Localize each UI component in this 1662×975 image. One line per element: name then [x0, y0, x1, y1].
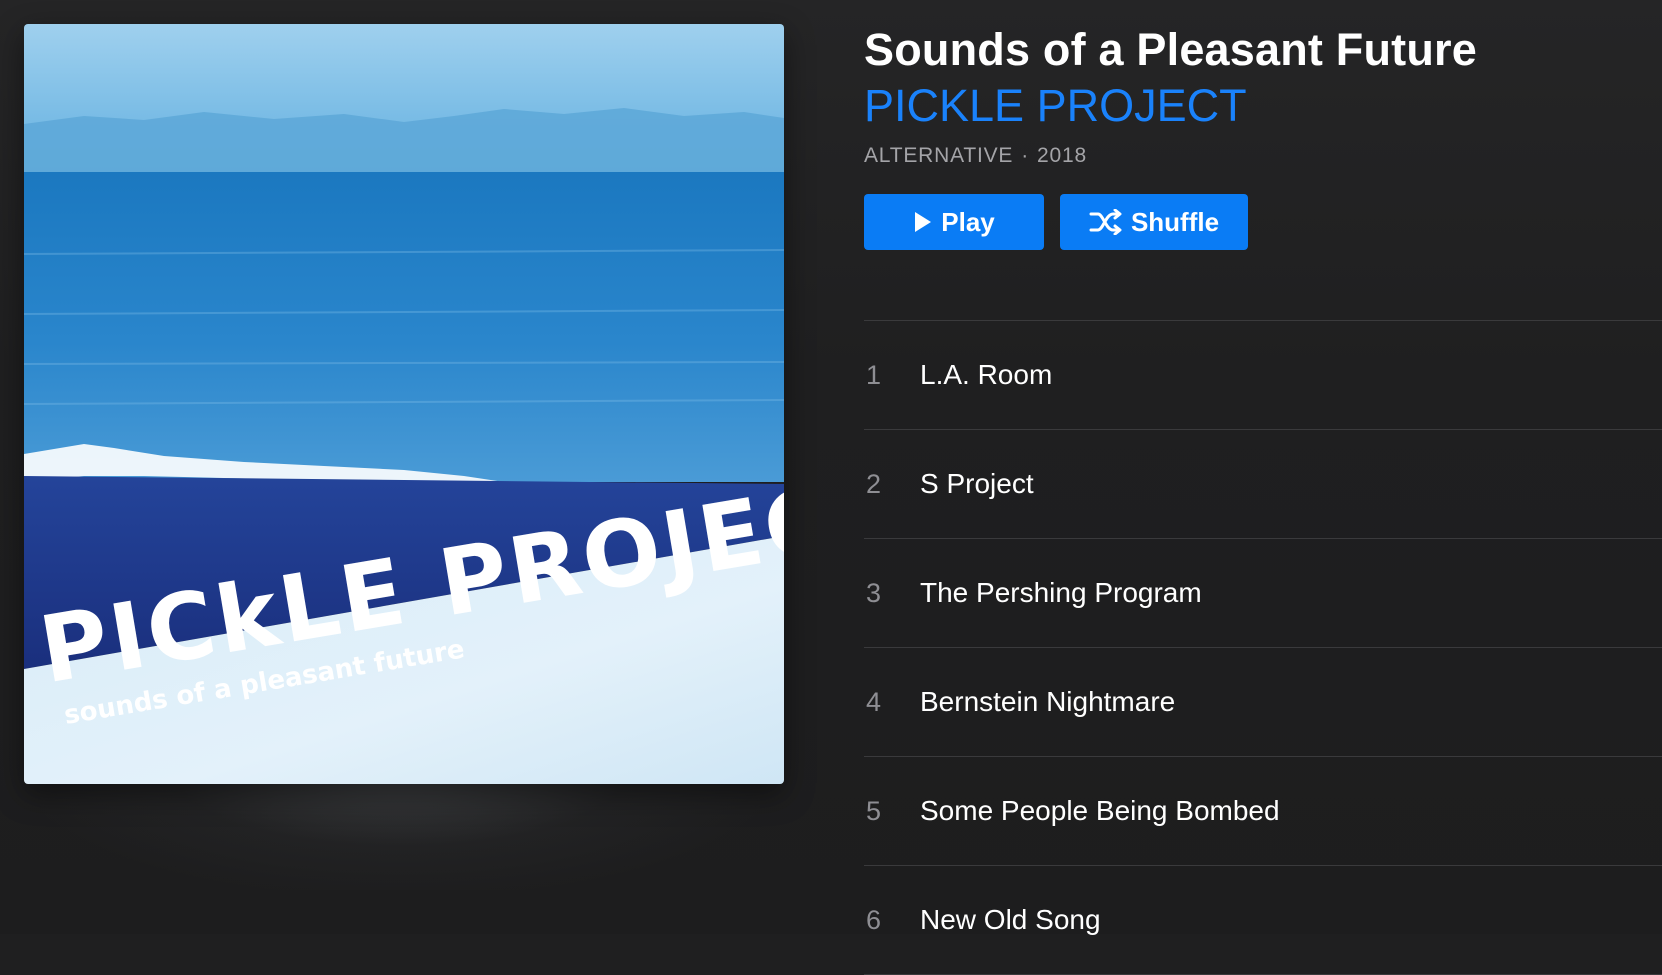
genre-label: ALTERNATIVE	[864, 144, 1014, 167]
track-number: 3	[866, 577, 882, 608]
track-row[interactable]: 6 New Old Song	[864, 866, 1662, 975]
track-title: The Pershing Program	[920, 577, 1202, 608]
artist-link[interactable]: PICKLE PROJECT	[864, 78, 1662, 134]
track-title: Bernstein Nightmare	[920, 686, 1176, 717]
album-cover-image: PICkLE PROJECT sounds of a pleasant futu…	[24, 24, 784, 784]
album-meta: ALTERNATIVE · 2018	[864, 142, 1662, 170]
release-year: 2018	[1037, 144, 1087, 167]
track-number: 5	[866, 795, 882, 826]
track-number: 4	[866, 686, 882, 717]
play-button-label: Play	[941, 206, 995, 237]
track-number: 2	[866, 468, 882, 499]
track-title: Some People Being Bombed	[920, 795, 1280, 826]
shuffle-button[interactable]: Shuffle	[1060, 194, 1248, 250]
shuffle-button-label: Shuffle	[1130, 206, 1220, 237]
track-row[interactable]: 1 L.A. Room	[864, 321, 1662, 430]
album-artwork[interactable]: PICkLE PROJECT sounds of a pleasant futu…	[24, 24, 784, 784]
track-list: 1 L.A. Room 2 S Project 3 The Pershing P…	[864, 320, 1662, 975]
play-button[interactable]: Play	[864, 194, 1044, 250]
album-title: Sounds of a Pleasant Future	[864, 24, 1477, 75]
album-artwork-container[interactable]: PICkLE PROJECT sounds of a pleasant futu…	[24, 24, 784, 784]
action-buttons: Play Shuffle	[864, 194, 1662, 250]
track-row[interactable]: 3 The Pershing Program	[864, 539, 1662, 648]
track-row[interactable]: 4 Bernstein Nightmare	[864, 648, 1662, 757]
track-title: L.A. Room	[920, 359, 1053, 390]
track-row[interactable]: 2 S Project	[864, 430, 1662, 539]
track-row[interactable]: 5 Some People Being Bombed	[864, 757, 1662, 866]
album-info: Sounds of a Pleasant Future PICKLE PROJE…	[864, 22, 1662, 250]
track-number: 6	[866, 904, 882, 935]
shuffle-icon	[1089, 209, 1123, 235]
play-icon	[913, 211, 933, 233]
track-title: New Old Song	[920, 904, 1101, 935]
meta-separator: ·	[1021, 144, 1030, 167]
artwork-reflection	[40, 770, 760, 890]
album-page: PICkLE PROJECT sounds of a pleasant futu…	[0, 0, 1662, 975]
track-number: 1	[866, 359, 882, 390]
track-title: S Project	[920, 468, 1034, 499]
